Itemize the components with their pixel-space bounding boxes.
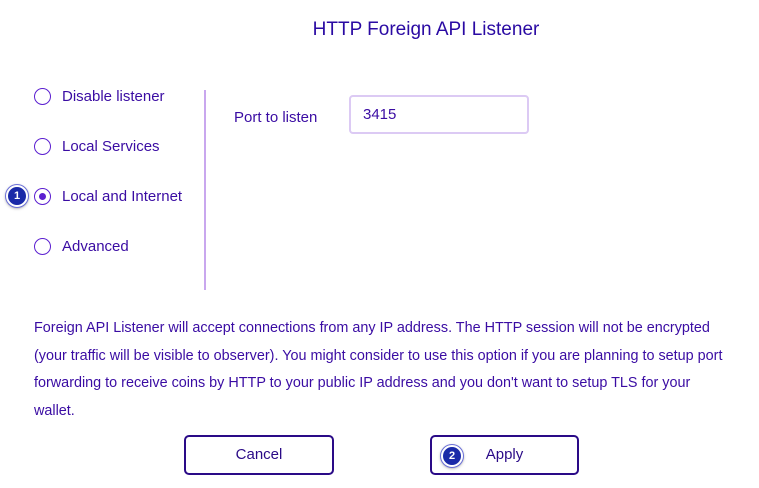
cancel-button[interactable]: Cancel (184, 435, 334, 475)
radio-label: Advanced (62, 237, 129, 255)
radio-label: Local Services (62, 137, 160, 155)
vertical-divider (204, 90, 206, 290)
radio-button-icon[interactable] (34, 237, 51, 255)
radio-local-services[interactable]: Local Services (34, 136, 160, 156)
radio-button-selected-icon[interactable] (34, 187, 51, 205)
port-input[interactable] (349, 95, 529, 134)
radio-local-and-internet[interactable]: Local and Internet (34, 186, 182, 206)
radio-label: Local and Internet (62, 187, 183, 205)
description-text: Foreign API Listener will accept connect… (34, 320, 723, 415)
port-label: Port to listen (234, 109, 318, 126)
radio-label: Disable listener (62, 87, 165, 105)
step-marker-2: 2 (441, 445, 463, 467)
step-marker-1: 1 (6, 185, 28, 207)
dialog-title: HTTP Foreign API Listener (312, 19, 540, 40)
radio-button-icon[interactable] (34, 87, 51, 105)
radio-disable-listener[interactable]: Disable listener (34, 86, 165, 106)
radio-advanced[interactable]: Advanced (34, 236, 129, 256)
radio-button-icon[interactable] (34, 137, 51, 155)
